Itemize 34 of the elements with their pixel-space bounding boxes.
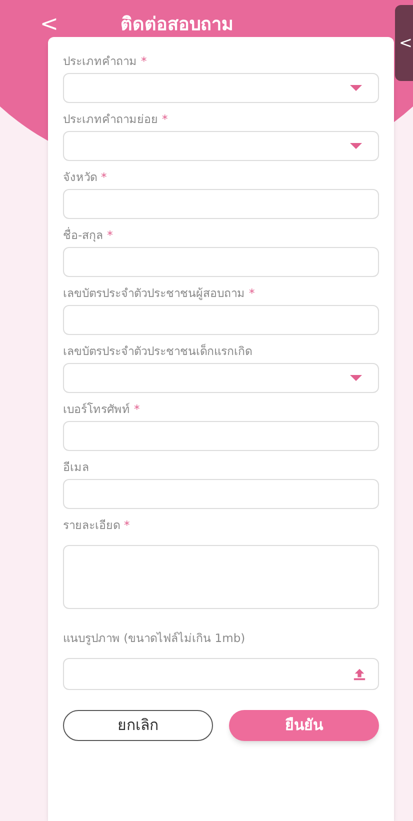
required-mark: * [134, 401, 140, 417]
field-label: อีเมล [63, 459, 89, 475]
field-label: รายละเอียด [63, 517, 120, 533]
field-label: ประเภทคำถาม [63, 53, 137, 69]
page-title: ติดต่อสอบถาม [120, 14, 234, 36]
dropdown-field[interactable] [63, 131, 379, 161]
field-label: ชื่อ-สกุล [63, 227, 104, 243]
required-mark: * [107, 227, 113, 243]
caret-icon [350, 85, 362, 91]
field-label: แนบรูปภาพ (ขนาดไฟล์ไม่เกิน 1mb) [63, 630, 246, 646]
text-field[interactable] [63, 479, 379, 509]
text-field[interactable] [63, 247, 379, 277]
text-field[interactable] [63, 305, 379, 335]
details-field[interactable] [63, 545, 379, 609]
required-mark: * [101, 169, 107, 185]
upload-icon [353, 668, 366, 680]
field-label: ประเภทคำถามย่อย [63, 111, 158, 127]
side-tab[interactable]: < [395, 5, 413, 81]
caret-icon [350, 143, 362, 149]
cancel-button[interactable]: ยกเลิก [63, 710, 213, 741]
required-mark: * [249, 285, 255, 301]
field-label: เลขบัตรประจำตัวประชาชนผู้สอบถาม [63, 285, 245, 301]
caret-icon [350, 375, 362, 381]
field-label: เบอร์โทรศัพท์ [63, 401, 130, 417]
required-mark: * [124, 517, 130, 533]
text-field[interactable] [63, 189, 379, 219]
required-mark: * [162, 111, 168, 127]
field-label: จังหวัด [63, 169, 97, 185]
dropdown-field[interactable] [63, 363, 379, 393]
text-field[interactable] [63, 421, 379, 451]
dropdown-field[interactable] [63, 73, 379, 103]
file-upload-field[interactable] [63, 658, 379, 690]
required-mark: * [141, 53, 147, 69]
field-label: เลขบัตรประจำตัวประชาชนเด็กแรกเกิด [63, 343, 252, 359]
